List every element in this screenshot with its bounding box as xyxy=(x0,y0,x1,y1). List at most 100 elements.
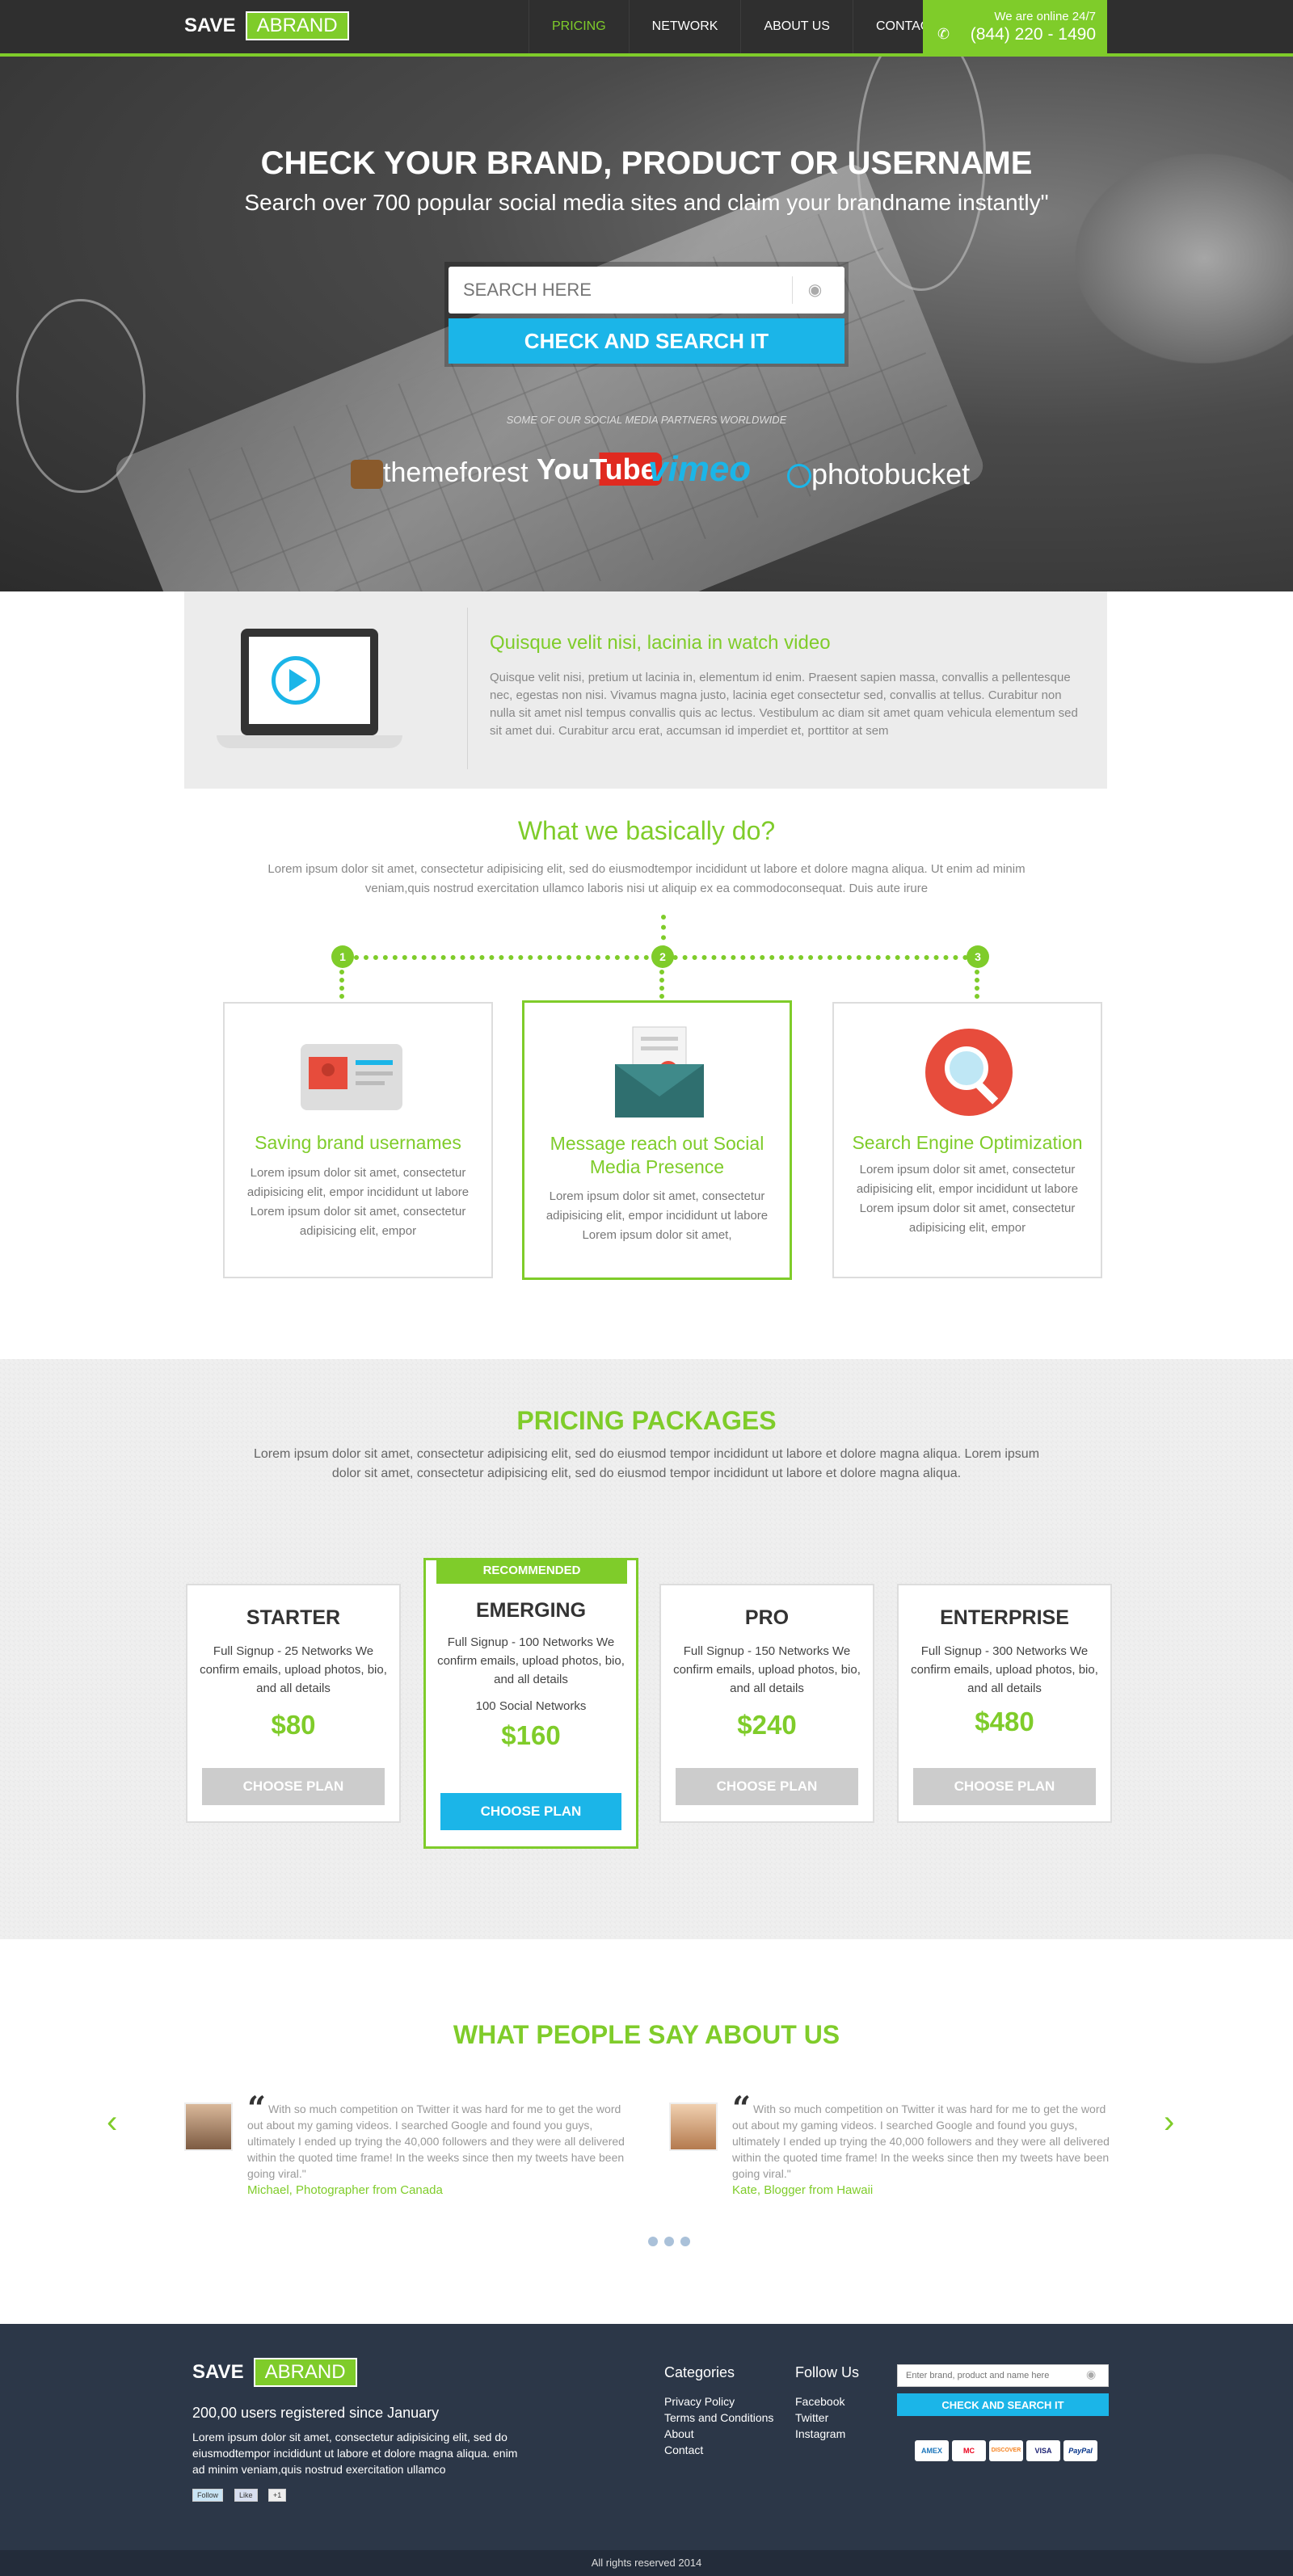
footer-logo-save-text: SAVE xyxy=(192,2361,244,2383)
phone-icon: ✆ xyxy=(937,26,950,42)
mastercard-icon: MC xyxy=(952,2440,986,2461)
google-plus-button[interactable]: +1 xyxy=(268,2489,287,2502)
carousel-dot[interactable] xyxy=(648,2237,658,2246)
choose-plan-button[interactable]: CHOOSE PLAN xyxy=(676,1768,858,1805)
nav-links: PRICING NETWORK ABOUT US CONTACT xyxy=(529,0,960,53)
footer-link-facebook[interactable]: Facebook xyxy=(795,2395,844,2408)
eye-icon[interactable]: ◉ xyxy=(1086,2368,1096,2381)
plan-card-emerging[interactable]: EMERGING Full Signup - 100 Networks We c… xyxy=(423,1558,638,1849)
check-and-search-button[interactable]: CHECK AND SEARCH IT xyxy=(449,318,844,364)
phone-box[interactable]: We are online 24/7 ✆ (844) 220 - 1490 xyxy=(923,0,1107,53)
carousel-prev-arrow-icon[interactable]: ‹ xyxy=(107,2104,117,2140)
service-title: Message reach out Social Media Presence xyxy=(550,1133,764,1177)
footer-link-instagram[interactable]: Instagram xyxy=(795,2427,845,2440)
choose-plan-button[interactable]: CHOOSE PLAN xyxy=(440,1793,621,1830)
plan-name: STARTER xyxy=(246,1606,341,1629)
cable-decoration xyxy=(16,299,145,493)
what-we-do-text: Lorem ipsum dolor sit amet, consectetur … xyxy=(267,862,1026,895)
testimonial-quote: With so much competition on Twitter it w… xyxy=(732,2101,1123,2182)
step-number-2: 2 xyxy=(651,945,674,968)
partner-logo-vimeo[interactable]: vimeo xyxy=(648,449,751,490)
step-number-3: 3 xyxy=(967,945,989,968)
plan-features: Full Signup - 25 Networks We confirm ema… xyxy=(200,1644,387,1695)
carousel-dot[interactable] xyxy=(664,2237,674,2246)
copyright-text: All rights reserved 2014 xyxy=(591,2557,702,2569)
hand-background-image xyxy=(1075,154,1293,364)
plan-price: $160 xyxy=(501,1720,561,1750)
carousel-dot[interactable] xyxy=(680,2237,690,2246)
footer-link-terms[interactable]: Terms and Conditions xyxy=(664,2411,773,2424)
id-card-icon xyxy=(301,1044,402,1110)
service-text: Lorem ipsum dolor sit amet, consectetur … xyxy=(246,1166,470,1238)
plan-card-pro[interactable]: PRO Full Signup - 150 Networks We confir… xyxy=(659,1584,874,1823)
what-we-do-title: What we basically do? xyxy=(517,816,776,845)
footer-logo[interactable]: SAVE ABRAND xyxy=(192,2358,357,2387)
top-navigation-bar: SAVE ABRAND PRICING NETWORK ABOUT US CON… xyxy=(0,0,1293,57)
testimonial-quote: With so much competition on Twitter it w… xyxy=(247,2101,638,2182)
footer-link-about[interactable]: About xyxy=(664,2427,694,2440)
footer-search-input[interactable] xyxy=(897,2364,1109,2387)
plan-name: EMERGING xyxy=(475,1599,587,1622)
step-number-1: 1 xyxy=(331,945,354,968)
online-status-text: We are online 24/7 xyxy=(994,10,1096,23)
nav-link-pricing[interactable]: PRICING xyxy=(529,0,629,53)
choose-plan-button[interactable]: CHOOSE PLAN xyxy=(202,1768,385,1805)
plan-price: $480 xyxy=(975,1707,1034,1736)
logo-save-text: SAVE xyxy=(184,15,236,36)
footer-text: Lorem ipsum dolor sit amet, consectetur … xyxy=(192,2431,518,2476)
video-section: Quisque velit nisi, lacinia in watch vid… xyxy=(184,591,1107,789)
plan-price: $80 xyxy=(271,1710,316,1740)
partner-logo-photobucket[interactable]: photobucket xyxy=(787,457,970,491)
plan-features: Full Signup - 300 Networks We confirm em… xyxy=(911,1644,1098,1695)
laptop-video-thumbnail[interactable] xyxy=(217,629,402,758)
carousel-next-arrow-icon[interactable]: › xyxy=(1164,2104,1174,2140)
testimonial-quote-text: With so much competition on Twitter it w… xyxy=(732,2102,1110,2180)
service-card-social-media[interactable]: Message reach out Social Media Presence … xyxy=(522,1000,792,1280)
footer-follow-title: Follow Us xyxy=(795,2364,860,2380)
envelope-icon xyxy=(615,1026,704,1118)
phone-number: (844) 220 - 1490 xyxy=(970,25,1096,44)
nav-link-about-us[interactable]: ABOUT US xyxy=(740,0,853,53)
hero-subtitle: Search over 700 popular social media sit… xyxy=(244,190,1049,215)
play-triangle-icon xyxy=(289,669,307,692)
footer-tagline: 200,00 users registered since January xyxy=(192,2405,440,2421)
logo-brand-text: ABRAND xyxy=(245,11,349,40)
partners-title: SOME OF OUR SOCIAL MEDIA PARTNERS WORLDW… xyxy=(506,414,787,426)
nav-link-network[interactable]: NETWORK xyxy=(628,0,741,53)
testimonial-quote-text: With so much competition on Twitter it w… xyxy=(247,2102,625,2180)
partner-name-photobucket: photobucket xyxy=(811,457,971,490)
testimonial-author: Michael, Photographer from Canada xyxy=(247,2183,443,2197)
footer-link-twitter[interactable]: Twitter xyxy=(795,2411,828,2424)
footer-link-contact[interactable]: Contact xyxy=(664,2443,703,2456)
themeforest-icon xyxy=(351,460,383,490)
search-input[interactable] xyxy=(449,267,844,314)
service-card-saving-usernames[interactable]: Saving brand usernames Lorem ipsum dolor… xyxy=(223,1002,493,1278)
avatar xyxy=(184,2102,233,2151)
twitter-follow-button[interactable]: Follow xyxy=(192,2489,224,2502)
paypal-icon: PayPal xyxy=(1063,2440,1097,2461)
partner-name-youtube: YouTube xyxy=(532,452,662,486)
testimonials-title: WHAT PEOPLE SAY ABOUT US xyxy=(453,2020,840,2049)
choose-plan-button[interactable]: CHOOSE PLAN xyxy=(913,1768,1096,1805)
plan-card-starter[interactable]: STARTER Full Signup - 25 Networks We con… xyxy=(186,1584,401,1823)
plan-name: ENTERPRISE xyxy=(940,1606,1069,1629)
service-title: Search Engine Optimization xyxy=(852,1132,1083,1153)
timeline-connector xyxy=(975,970,979,999)
plan-extra: 100 Social Networks xyxy=(475,1699,587,1713)
partner-logo-themeforest[interactable]: themeforest xyxy=(351,457,529,490)
footer-link-privacy-policy[interactable]: Privacy Policy xyxy=(664,2395,735,2408)
video-title[interactable]: Quisque velit nisi, lacinia in watch vid… xyxy=(490,632,831,655)
service-text: Lorem ipsum dolor sit amet, consectetur … xyxy=(856,1163,1079,1235)
facebook-like-button[interactable]: Like xyxy=(234,2489,258,2502)
service-card-seo[interactable]: Search Engine Optimization Lorem ipsum d… xyxy=(832,1002,1102,1278)
pricing-description: Lorem ipsum dolor sit amet, consectetur … xyxy=(253,1447,1040,1480)
footer-categories-title: Categories xyxy=(664,2364,735,2380)
site-logo[interactable]: SAVE ABRAND xyxy=(184,11,349,40)
partner-logo-youtube[interactable]: YouTube xyxy=(532,452,662,486)
copyright-bar: All rights reserved 2014 xyxy=(0,2550,1293,2576)
footer-check-button[interactable]: CHECK AND SEARCH IT xyxy=(897,2393,1109,2416)
eye-icon[interactable]: ◉ xyxy=(792,276,837,304)
laptop-base xyxy=(217,735,402,748)
plan-card-enterprise[interactable]: ENTERPRISE Full Signup - 300 Networks We… xyxy=(897,1584,1112,1823)
divider xyxy=(467,608,468,769)
